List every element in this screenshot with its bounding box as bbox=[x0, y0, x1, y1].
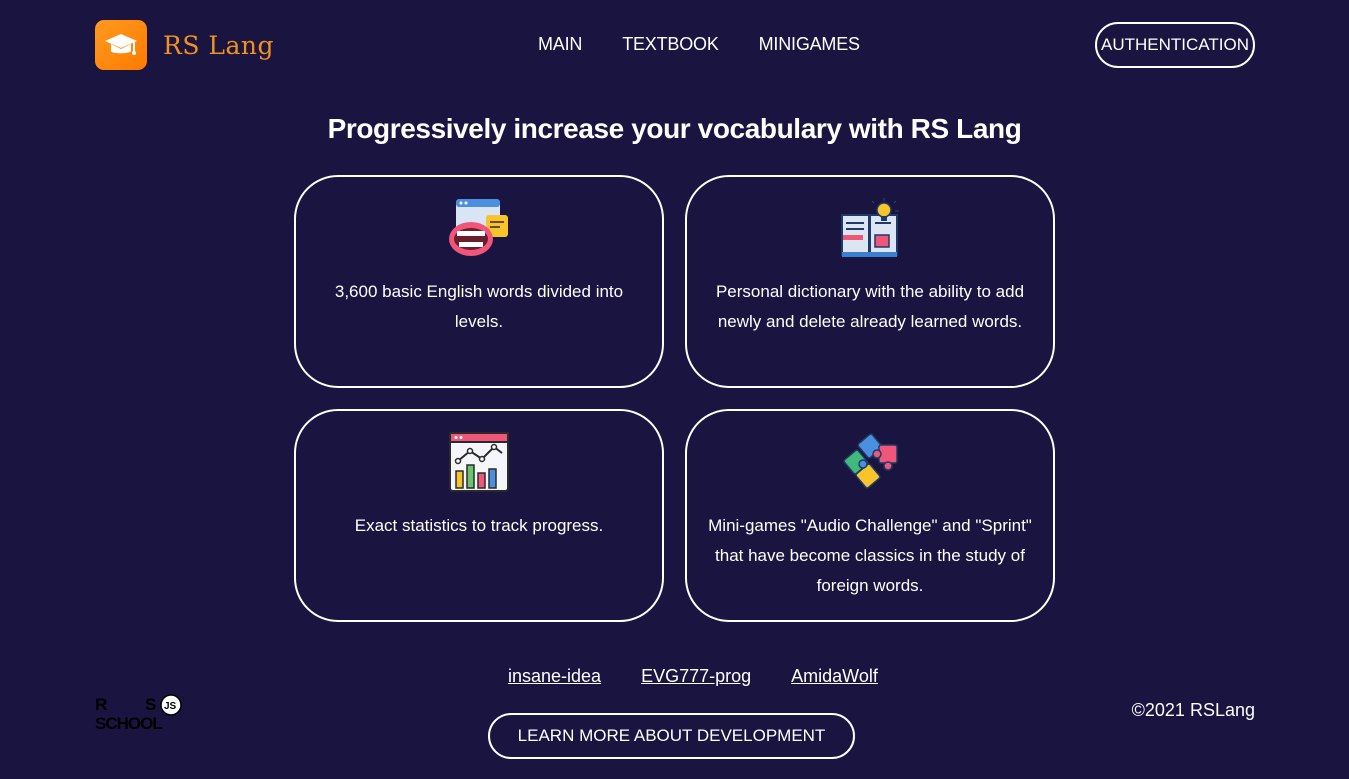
feature-card-text: Mini-games "Audio Challenge" and "Sprint… bbox=[708, 516, 1032, 595]
nav-item-textbook[interactable]: TEXTBOOK bbox=[622, 34, 719, 55]
nav-item-minigames[interactable]: MINIGAMES bbox=[759, 34, 860, 55]
feature-card-text: 3,600 basic English words divided into l… bbox=[334, 282, 624, 331]
book-lightbulb-icon bbox=[841, 198, 899, 257]
feature-card-text: Personal dictionary with the ability to … bbox=[715, 282, 1025, 331]
svg-text:SCHOOL: SCHOOL bbox=[95, 714, 162, 732]
dev-link-amidawolf[interactable]: AmidaWolf bbox=[791, 666, 878, 687]
graduation-cap-icon bbox=[95, 20, 147, 70]
dev-link-insane-idea[interactable]: insane-idea bbox=[508, 666, 601, 687]
feature-card-minigames: Mini-games "Audio Challenge" and "Sprint… bbox=[685, 409, 1055, 622]
svg-text:S: S bbox=[145, 695, 156, 714]
copyright: ©2021 RSLang bbox=[1131, 700, 1255, 720]
puzzle-icon bbox=[843, 433, 898, 489]
page-title: Progressively increase your vocabulary w… bbox=[327, 113, 1022, 144]
learn-more-button[interactable]: LEARN MORE ABOUT DEVELOPMENT bbox=[488, 713, 855, 759]
developer-links: insane-idea EVG777-prog AmidaWolf bbox=[508, 666, 878, 687]
statistics-chart-icon bbox=[449, 432, 509, 492]
logo[interactable]: RS Lang bbox=[95, 20, 274, 70]
feature-card-words: 3,600 basic English words divided into l… bbox=[294, 175, 664, 388]
page: RS Lang MAIN TEXTBOOK MINIGAMES AUTHENTI… bbox=[0, 0, 1349, 779]
feature-card-text: Exact statistics to track progress. bbox=[354, 516, 604, 535]
speaking-mouth-icon bbox=[449, 199, 508, 256]
feature-card-statistics: Exact statistics to track progress. bbox=[294, 409, 664, 622]
authentication-button[interactable]: AUTHENTICATION bbox=[1095, 22, 1255, 68]
logo-text: RS Lang bbox=[163, 30, 275, 60]
nav-item-main[interactable]: MAIN bbox=[538, 34, 582, 55]
main-nav: MAIN TEXTBOOK MINIGAMES bbox=[538, 34, 860, 55]
svg-text:JS: JS bbox=[164, 701, 177, 712]
svg-text:R: R bbox=[95, 695, 107, 714]
rs-school-logo[interactable]: R S SCHOOL JS bbox=[95, 694, 199, 732]
dev-link-evg777-prog[interactable]: EVG777-prog bbox=[641, 666, 751, 687]
feature-card-dictionary: Personal dictionary with the ability to … bbox=[685, 175, 1055, 388]
